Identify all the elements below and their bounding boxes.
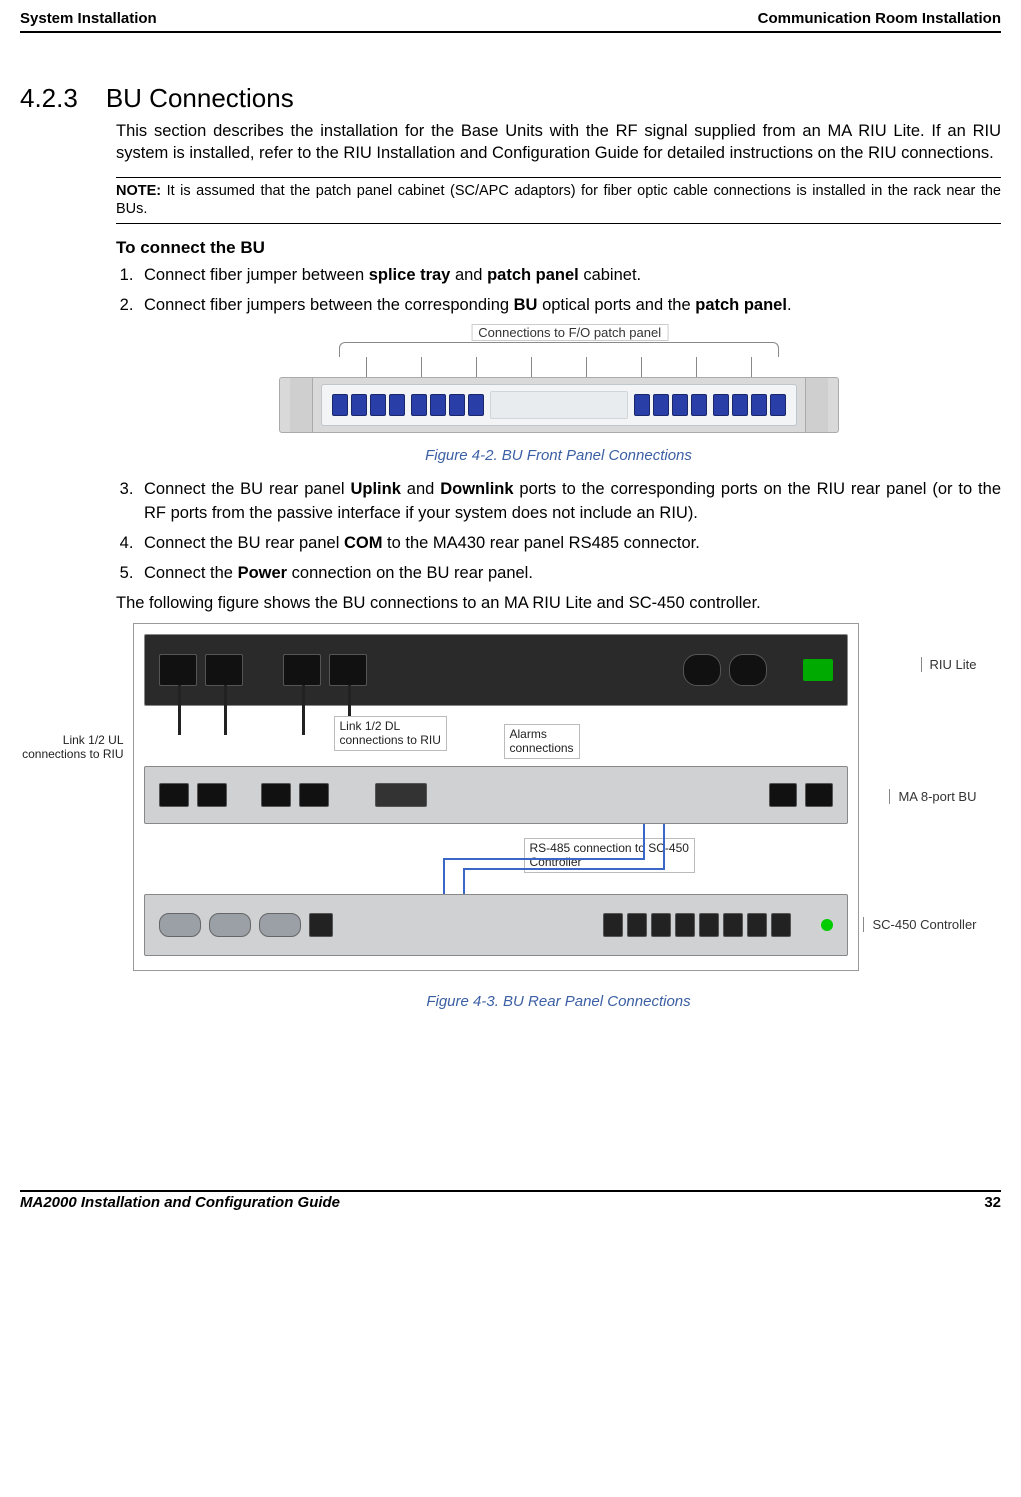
step-2-text-b: optical ports and the	[537, 296, 695, 314]
step-4-bold-com: COM	[344, 534, 383, 552]
note-label: NOTE:	[116, 183, 161, 199]
step-3-bold-uplink: Uplink	[350, 480, 400, 498]
note-box: NOTE: It is assumed that the patch panel…	[116, 177, 1001, 225]
step-4-text-b: to the MA430 rear panel RS485 connector.	[382, 534, 699, 552]
riu-duplex-port	[683, 654, 721, 686]
bu-faceplate	[321, 384, 797, 426]
faceplate-mid	[490, 391, 628, 419]
bu-power-port	[805, 783, 833, 807]
rack-ear-left	[290, 378, 313, 432]
step-5-text-a: Connect the	[144, 564, 238, 582]
optical-port-group-4	[713, 394, 786, 416]
bu-front-panel	[279, 377, 839, 433]
step-4-text-a: Connect the BU rear panel	[144, 534, 344, 552]
header-left: System Installation	[20, 10, 157, 27]
step-1-bold-patch-panel: patch panel	[487, 266, 579, 284]
step-3-text-a: Connect the BU rear panel	[144, 480, 350, 498]
footer-rule	[20, 1190, 1001, 1192]
figure-1-wrap: Connections to F/O patch panel	[116, 326, 1001, 464]
figure-2-callout-dl: Link 1/2 DL connections to RIU	[334, 716, 447, 751]
figure-2-callout-alarms: Alarms connections	[504, 724, 580, 759]
sc450-aux-alarms-port	[209, 913, 251, 937]
figure-2-box: RIU Lite Link 1/2 DL connections to RIU …	[133, 623, 859, 971]
body: This section describes the installation …	[116, 120, 1001, 1010]
bu-ul-port-1	[159, 783, 189, 807]
intro-paragraph: This section describes the installation …	[116, 120, 1001, 165]
device-sc450: SC-450 Controller	[144, 894, 848, 956]
optical-port-group-3	[634, 394, 707, 416]
figure-2-wrap: Link 1/2 UL connections to RIU	[116, 623, 1001, 1010]
optical-port-group-1	[332, 394, 405, 416]
step-2-bold-bu: BU	[514, 296, 538, 314]
step-5-bold-power: Power	[238, 564, 288, 582]
section-title: BU Connections	[106, 83, 294, 114]
bu-dl-port-2	[299, 783, 329, 807]
step-2-text-c: .	[787, 296, 792, 314]
bracket-icon	[339, 342, 779, 357]
section-heading: 4.2.3 BU Connections	[20, 83, 1001, 114]
step-3-text-b: and	[401, 480, 440, 498]
step-4: Connect the BU rear panel COM to the MA4…	[138, 532, 1001, 556]
steps-list-cont: Connect the BU rear panel Uplink and Dow…	[116, 478, 1001, 586]
subheading-connect-bu: To connect the BU	[116, 238, 1001, 258]
figure-2-callout-ul: Link 1/2 UL connections to RIU	[0, 733, 124, 761]
step-2: Connect fiber jumpers between the corres…	[138, 294, 1001, 318]
sc450-alarm-output-port	[259, 913, 301, 937]
header-rule	[20, 31, 1001, 33]
figure-1-caption: Figure 4-2. BU Front Panel Connections	[116, 447, 1001, 464]
figure-2-label-sc450: SC-450 Controller	[863, 917, 976, 932]
step-2-bold-patch-panel: patch panel	[695, 296, 787, 314]
riu-downlink-port	[283, 654, 321, 686]
section-number: 4.2.3	[20, 83, 78, 114]
figure-2-caption: Figure 4-3. BU Rear Panel Connections	[116, 993, 1001, 1010]
riu-uplink-port	[159, 654, 197, 686]
step-1: Connect fiber jumper between splice tray…	[138, 264, 1001, 288]
step-5-text-b: connection on the BU rear panel.	[287, 564, 533, 582]
running-header: System Installation Communication Room I…	[20, 10, 1001, 31]
connection-lines-icon	[144, 824, 848, 894]
figure-2-spacer-2: RS-485 connection to SC-450 Controller	[144, 824, 848, 894]
step-1-text-b: and	[450, 266, 487, 284]
step-2-text-a: Connect fiber jumpers between the corres…	[144, 296, 514, 314]
post-steps-text: The following figure shows the BU connec…	[116, 594, 1001, 613]
footer-page-number: 32	[984, 1194, 1001, 1211]
optical-port-group-2	[411, 394, 484, 416]
sc450-modem-port	[309, 913, 333, 937]
sc450-pwr-led-icon	[821, 919, 833, 931]
figure-1: Connections to F/O patch panel	[279, 326, 839, 433]
bu-dl-port-1	[261, 783, 291, 807]
footer-title: MA2000 Installation and Configuration Gu…	[20, 1194, 340, 1211]
figure-2-spacer-1: Link 1/2 DL connections to RIU Alarms co…	[144, 706, 848, 766]
figure-1-callout: Connections to F/O patch panel	[471, 324, 668, 341]
step-1-text-a: Connect fiber jumper between	[144, 266, 369, 284]
bu-alarms-port	[375, 783, 427, 807]
bu-com-port	[769, 783, 797, 807]
riu-pwr-led-icon	[803, 659, 833, 681]
note-text: It is assumed that the patch panel cabin…	[116, 183, 1001, 218]
sc450-rs485-row	[603, 913, 791, 937]
step-3: Connect the BU rear panel Uplink and Dow…	[138, 478, 1001, 526]
header-right: Communication Room Installation	[758, 10, 1001, 27]
steps-list: Connect fiber jumper between splice tray…	[116, 264, 1001, 318]
step-1-bold-splice-tray: splice tray	[369, 266, 451, 284]
running-footer: MA2000 Installation and Configuration Gu…	[20, 1194, 1001, 1211]
page-root: System Installation Communication Room I…	[0, 0, 1021, 1231]
step-5: Connect the Power connection on the BU r…	[138, 562, 1001, 586]
riu-uplink-port-2	[205, 654, 243, 686]
leader-lines	[339, 357, 779, 377]
bu-ul-port-2	[197, 783, 227, 807]
step-3-bold-downlink: Downlink	[440, 480, 513, 498]
sc450-diag-port	[159, 913, 201, 937]
step-1-text-c: cabinet.	[579, 266, 641, 284]
figure-2-label-riu: RIU Lite	[921, 657, 977, 672]
device-riu-lite: RIU Lite	[144, 634, 848, 706]
riu-downlink-port-2	[329, 654, 367, 686]
riu-duplex-port-2	[729, 654, 767, 686]
figure-2: Link 1/2 UL connections to RIU	[129, 623, 989, 971]
rack-ear-right	[805, 378, 828, 432]
device-ma-bu: MA 8-port BU	[144, 766, 848, 824]
figure-2-label-bu: MA 8-port BU	[889, 789, 976, 804]
